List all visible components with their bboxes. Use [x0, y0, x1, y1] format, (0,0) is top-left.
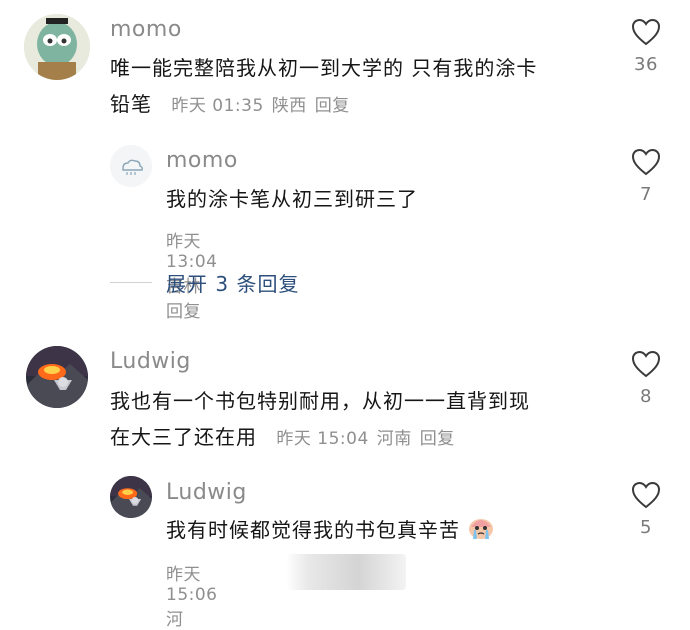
reply-button[interactable]: 回复: [315, 96, 350, 116]
heart-outline-icon: [631, 18, 661, 46]
username[interactable]: Ludwig: [110, 349, 191, 374]
like-button[interactable]: 5: [624, 481, 668, 538]
cloud-icon: [110, 145, 152, 187]
comment-meta: 昨天 15:04 河南 回复: [276, 429, 462, 449]
avatar-image: [24, 14, 90, 80]
comment-text-line2-row: 在大三了还在用 昨天 15:04 河南 回复: [110, 419, 610, 457]
reply-text: 我的涂卡笔从初三到研三了: [166, 187, 418, 211]
comment-text: 我也有一个书包特别耐用，从初一一直背到现 在大三了还在用 昨天 15:04 河南回…: [110, 383, 610, 457]
comment-text-line1: 我也有一个书包特别耐用，从初一一直背到现: [110, 389, 530, 413]
reply-text-row: 我有时候都觉得我的书包真辛苦: [166, 512, 606, 548]
blurred-overlay: [286, 554, 406, 590]
reply-button[interactable]: 回复: [420, 429, 455, 449]
avatar-ludwig-reply[interactable]: [110, 476, 152, 518]
heart-outline-icon: [631, 481, 661, 509]
username[interactable]: Ludwig: [166, 480, 247, 505]
like-count: 8: [640, 386, 652, 407]
avatar-image: [26, 346, 88, 408]
like-button[interactable]: 8: [624, 350, 668, 407]
reply-button[interactable]: 回复: [166, 302, 201, 322]
username[interactable]: momo: [110, 17, 182, 42]
expand-replies-label[interactable]: 展开 3 条回复: [166, 268, 299, 297]
expand-replies[interactable]: 展开 3 条回复: [110, 268, 299, 297]
reply-meta: 昨天 15:06 河: [166, 560, 226, 630]
crying-face-emoji: [469, 519, 494, 539]
comment-time: 昨天 01:35: [171, 96, 264, 116]
like-count: 36: [634, 54, 658, 75]
like-button[interactable]: 36: [624, 18, 668, 75]
comment-location: 河南: [376, 429, 412, 449]
avatar-image: [110, 476, 152, 518]
comment-text-line2-row: 铅笔 昨天 01:35 陕西 回复: [110, 86, 610, 124]
comment-text-line1: 唯一能完整陪我从初一到大学的 只有我的涂卡: [110, 56, 538, 80]
avatar-momo[interactable]: [24, 14, 90, 80]
avatar-momo-reply[interactable]: [110, 145, 152, 187]
heart-outline-icon: [631, 148, 661, 176]
heart-outline-icon: [631, 350, 661, 378]
comment-text-line2: 铅笔: [110, 92, 152, 116]
avatar-ludwig[interactable]: [26, 346, 88, 408]
like-count: 5: [640, 517, 652, 538]
comment-time: 昨天 15:04: [276, 429, 369, 449]
reply-time: 昨天 13:04: [166, 232, 218, 272]
reply-text: 我有时候都觉得我的书包真辛苦: [166, 518, 460, 542]
comment-text: 唯一能完整陪我从初一到大学的 只有我的涂卡 铅笔 昨天 01:35 陕西 回复: [110, 50, 610, 124]
comment-location: 陕西: [271, 96, 307, 116]
reply-location: 河: [166, 610, 184, 630]
comment-text-line2: 在大三了还在用: [110, 425, 257, 449]
username[interactable]: momo: [166, 148, 238, 173]
like-count: 7: [640, 184, 652, 205]
comment-meta: 昨天 01:35 陕西 回复: [171, 96, 357, 116]
like-button[interactable]: 7: [624, 148, 668, 205]
divider: [110, 282, 152, 283]
reply-time: 昨天 15:06: [166, 565, 218, 605]
